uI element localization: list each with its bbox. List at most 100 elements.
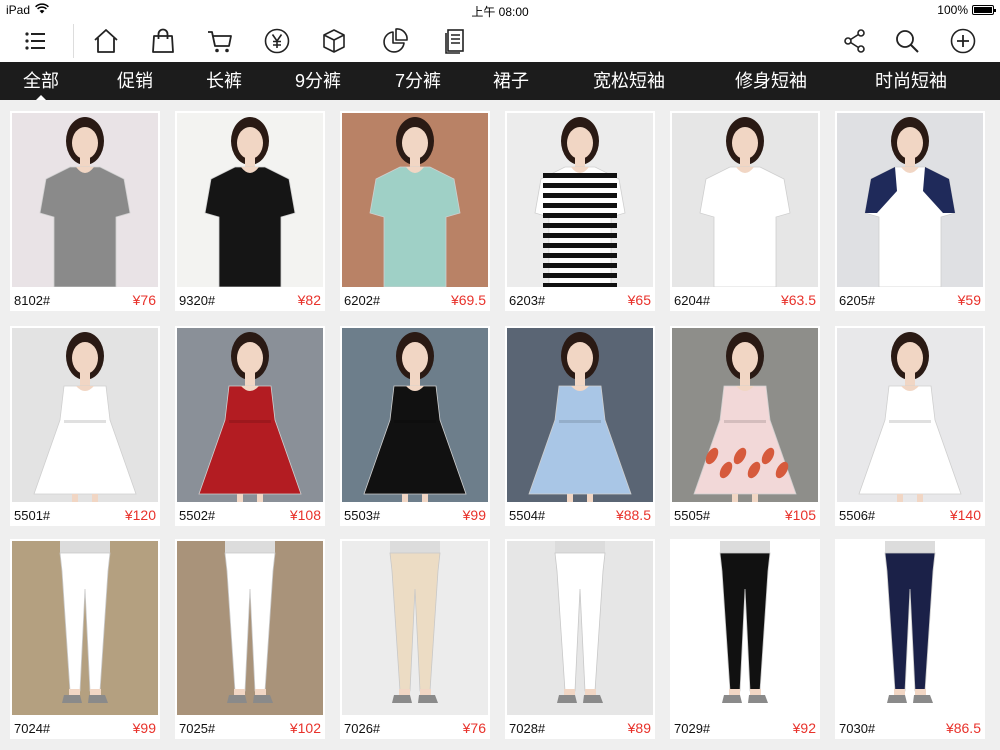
bag-icon[interactable] [146,25,180,57]
product-photo[interactable] [177,113,323,287]
box-icon[interactable] [317,25,351,57]
product-photo[interactable] [12,541,158,715]
category-bar: 全部 促销 长裤 9分裤 7分裤 裙子 宽松短袖 修身短袖 时尚短袖 [0,62,1000,100]
category-tab-ninth-pants[interactable]: 9分裤 [282,62,354,100]
product-price: ¥108 [289,507,321,523]
product-code: 9320# [179,293,216,308]
product-price: ¥76 [462,720,486,736]
product-card[interactable]: 8102# ¥76 [10,111,160,311]
product-photo[interactable] [507,113,653,287]
category-tab-promo[interactable]: 促销 [106,62,164,100]
product-image [177,113,323,287]
product-code: 7029# [674,721,711,736]
share-icon[interactable] [838,25,872,57]
product-card[interactable]: 5501# ¥120 [10,326,160,526]
cart-icon[interactable] [203,25,237,57]
product-card[interactable]: 6204# ¥63.5 [670,111,820,311]
product-photo[interactable] [837,113,983,287]
product-photo[interactable] [342,541,488,715]
pie-chart-icon[interactable] [378,25,412,57]
product-image [837,541,983,715]
category-tab-slim-tees[interactable]: 修身短袖 [724,62,818,100]
status-bar: iPad 上午 08:00 100% [0,0,1000,20]
product-image [12,541,158,715]
product-image [507,541,653,715]
product-card[interactable]: 6203# ¥65 [505,111,655,311]
product-image [177,541,323,715]
product-photo[interactable] [672,328,818,502]
product-price: ¥99 [132,720,156,736]
product-code: 7024# [14,721,51,736]
home-icon[interactable] [89,25,123,57]
product-photo[interactable] [342,113,488,287]
product-card[interactable]: 7026# ¥76 [340,539,490,739]
product-code: 5505# [674,508,711,523]
product-photo[interactable] [507,328,653,502]
category-tab-all[interactable]: 全部 [12,62,70,100]
product-code: 6204# [674,293,711,308]
product-card[interactable]: 5504# ¥88.5 [505,326,655,526]
product-price: ¥63.5 [780,292,816,308]
product-code: 6202# [344,293,381,308]
add-icon[interactable] [946,25,980,57]
product-photo[interactable] [672,113,818,287]
product-card[interactable]: 9320# ¥82 [175,111,325,311]
product-price: ¥69.5 [450,292,486,308]
product-photo[interactable] [837,541,983,715]
product-image [177,328,323,502]
product-image [12,328,158,502]
product-card[interactable]: 7028# ¥89 [505,539,655,739]
product-card[interactable]: 5506# ¥140 [835,326,985,526]
product-photo[interactable] [177,328,323,502]
product-image [342,541,488,715]
product-image [837,113,983,287]
list-icon[interactable] [18,25,52,57]
product-photo[interactable] [507,541,653,715]
product-card[interactable]: 5502# ¥108 [175,326,325,526]
product-code: 6205# [839,293,876,308]
product-photo[interactable] [342,328,488,502]
product-photo[interactable] [837,328,983,502]
product-card[interactable]: 6202# ¥69.5 [340,111,490,311]
product-card[interactable]: 7024# ¥99 [10,539,160,739]
document-icon[interactable] [438,25,472,57]
category-tab-cropped-pants[interactable]: 7分裤 [382,62,454,100]
status-time: 上午 08:00 [471,5,529,19]
product-price: ¥76 [132,292,156,308]
product-price: ¥140 [949,507,981,523]
product-card[interactable]: 7025# ¥102 [175,539,325,739]
category-tab-loose-tees[interactable]: 宽松短袖 [582,62,676,100]
yen-icon[interactable] [260,25,294,57]
category-tab-long-pants[interactable]: 长裤 [195,62,253,100]
product-image [672,328,818,502]
category-tab-fashion-tees[interactable]: 时尚短袖 [864,62,958,100]
product-photo[interactable] [12,328,158,502]
product-photo[interactable] [672,541,818,715]
product-card[interactable]: 6205# ¥59 [835,111,985,311]
product-price: ¥86.5 [945,720,981,736]
product-card[interactable]: 5505# ¥105 [670,326,820,526]
product-price: ¥88.5 [615,507,651,523]
category-tab-skirts[interactable]: 裙子 [482,62,540,100]
product-code: 6203# [509,293,546,308]
product-card[interactable]: 7030# ¥86.5 [835,539,985,739]
product-price: ¥102 [289,720,321,736]
product-photo[interactable] [12,113,158,287]
product-card[interactable]: 5503# ¥99 [340,326,490,526]
product-price: ¥89 [627,720,651,736]
product-image [342,113,488,287]
product-price: ¥65 [627,292,651,308]
product-card[interactable]: 7029# ¥92 [670,539,820,739]
toolbar [0,20,1000,62]
product-image [507,113,653,287]
product-price: ¥82 [297,292,321,308]
product-code: 7028# [509,721,546,736]
product-image [507,328,653,502]
product-photo[interactable] [177,541,323,715]
toolbar-divider [73,24,74,58]
product-image [672,113,818,287]
search-icon[interactable] [890,25,924,57]
product-price: ¥99 [462,507,486,523]
product-code: 5506# [839,508,876,523]
battery-percent: 100% [937,3,968,17]
